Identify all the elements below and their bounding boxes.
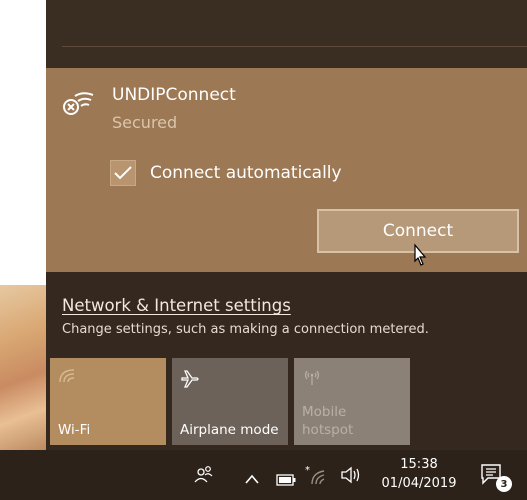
svg-text:*: * xyxy=(305,465,310,476)
taskbar: * 15:38 01/04/2019 3 xyxy=(0,450,527,500)
connect-automatically-checkbox[interactable] xyxy=(110,160,136,186)
network-settings-description: Change settings, such as making a connec… xyxy=(62,322,429,337)
network-status: Secured xyxy=(112,113,178,132)
background-window xyxy=(0,0,46,290)
connect-automatically-label: Connect automatically xyxy=(150,163,342,183)
chevron-up-icon[interactable] xyxy=(244,469,260,488)
network-name: UNDIPConnect xyxy=(112,85,236,105)
airplane-icon xyxy=(180,368,200,392)
checkmark-icon xyxy=(114,166,132,180)
wifi-status-icon[interactable]: * xyxy=(304,464,326,490)
wifi-tile[interactable]: Wi-Fi xyxy=(50,358,166,445)
notification-count-badge: 3 xyxy=(496,476,512,492)
taskbar-clock[interactable]: 15:38 01/04/2019 xyxy=(376,456,462,494)
wifi-icon xyxy=(58,368,76,388)
wifi-tile-label: Wi-Fi xyxy=(58,422,91,438)
airplane-mode-tile[interactable]: Airplane mode xyxy=(172,358,288,445)
network-flyout: UNDIPConnect Secured Connect automatical… xyxy=(46,0,527,450)
volume-icon[interactable] xyxy=(340,466,362,488)
battery-icon[interactable] xyxy=(276,471,296,490)
people-icon[interactable] xyxy=(194,464,214,488)
connect-automatically-row[interactable]: Connect automatically xyxy=(110,160,342,186)
selected-network-item[interactable]: UNDIPConnect Secured Connect automatical… xyxy=(46,68,527,272)
airplane-mode-tile-label: Airplane mode xyxy=(180,422,279,438)
mobile-hotspot-tile[interactable]: Mobile hotspot xyxy=(294,358,410,445)
divider xyxy=(62,46,527,47)
mobile-hotspot-tile-label: Mobile hotspot xyxy=(302,404,354,438)
clock-date: 01/04/2019 xyxy=(381,476,457,491)
network-internet-settings-link[interactable]: Network & Internet settings xyxy=(62,296,291,315)
mouse-cursor-icon xyxy=(409,243,431,271)
clock-time: 15:38 xyxy=(400,457,438,472)
hotspot-icon xyxy=(302,368,322,390)
wifi-secured-icon xyxy=(63,90,95,116)
network-list-top xyxy=(46,0,527,68)
